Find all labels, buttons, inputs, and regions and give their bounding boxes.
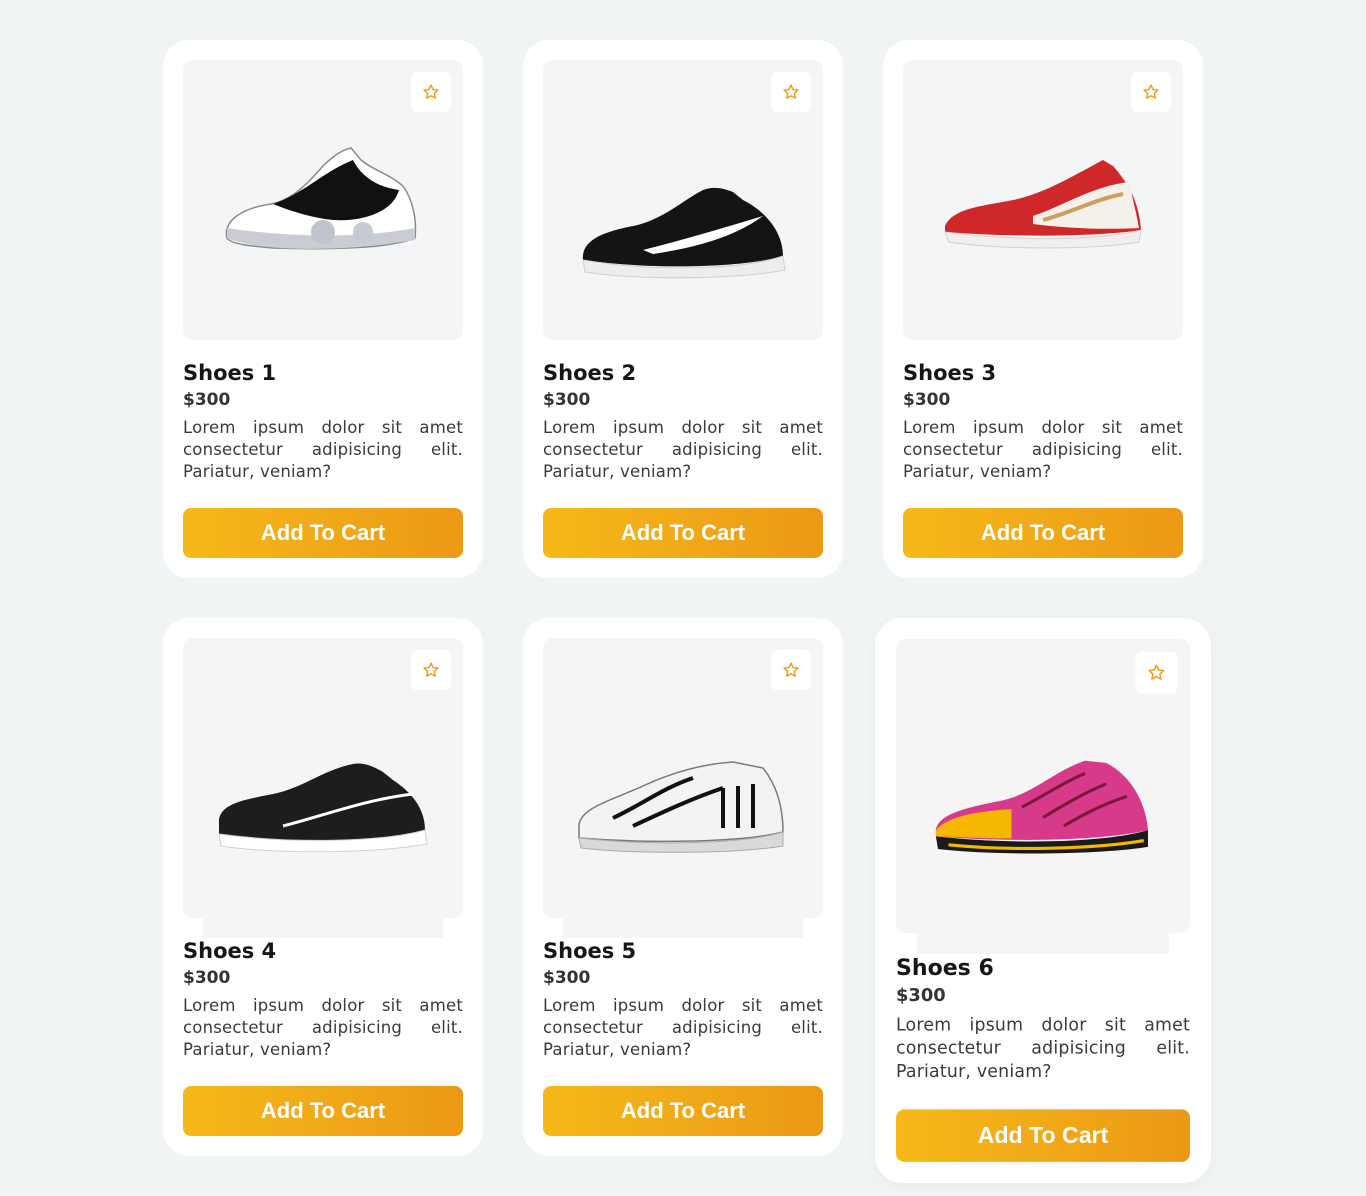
product-image-box [903, 60, 1183, 340]
star-icon [423, 662, 439, 677]
product-title: Shoes 1 [183, 361, 277, 385]
favorite-button[interactable] [771, 72, 811, 112]
product-description: Lorem ipsum dolor sit amet consectetur a… [903, 418, 1183, 481]
shoe-image [225, 147, 417, 250]
star-icon [423, 84, 439, 99]
product-description: Lorem ipsum dolor sit amet consectetur a… [183, 996, 463, 1059]
favorite-button[interactable] [1135, 651, 1178, 694]
product-image-box [543, 60, 823, 340]
add-to-cart-button[interactable]: Add To Cart [543, 1086, 823, 1136]
favorite-button[interactable] [771, 650, 811, 690]
product-title: Shoes 4 [183, 939, 277, 963]
add-to-cart-button[interactable]: Add To Cart [183, 508, 463, 558]
product-image-box [543, 638, 823, 938]
favorite-button[interactable] [411, 72, 451, 112]
product-title: Shoes 5 [543, 939, 637, 963]
product-price: $300 [183, 968, 231, 988]
product-image-box [183, 638, 463, 938]
star-icon [783, 662, 799, 677]
product-description: Lorem ipsum dolor sit amet consectetur a… [543, 418, 823, 481]
product-image-box [183, 60, 463, 340]
add-to-cart-button[interactable]: Add To Cart [896, 1109, 1190, 1162]
product-title: Shoes 3 [903, 361, 997, 385]
product-price: $300 [543, 390, 591, 410]
favorite-button[interactable] [411, 650, 451, 690]
shoe-image [578, 761, 784, 853]
shoe-image [935, 760, 1148, 854]
star-icon [783, 84, 799, 99]
add-to-cart-button[interactable]: Add To Cart [543, 508, 823, 558]
product-card[interactable]: Shoes 6 $300 Lorem ipsum dolor sit amet … [875, 618, 1211, 1183]
product-card[interactable]: Shoes 2 $300 Lorem ipsum dolor sit amet … [523, 40, 843, 578]
product-price: $300 [543, 968, 591, 988]
star-icon [1143, 84, 1159, 99]
shoe-image [218, 763, 428, 853]
product-price: $300 [183, 390, 231, 410]
star-icon [1148, 664, 1165, 680]
shoe-image [582, 187, 786, 279]
product-price: $300 [896, 985, 946, 1007]
add-to-cart-button[interactable]: Add To Cart [903, 508, 1183, 558]
product-card[interactable]: Shoes 3 $300 Lorem ipsum dolor sit amet … [883, 40, 1203, 578]
product-card[interactable]: Shoes 5 $300 Lorem ipsum dolor sit amet … [523, 618, 843, 1156]
product-description: Lorem ipsum dolor sit amet consectetur a… [896, 1014, 1190, 1082]
shoe-image [944, 160, 1142, 249]
product-image-box [896, 639, 1190, 954]
add-to-cart-button[interactable]: Add To Cart [183, 1086, 463, 1136]
product-description: Lorem ipsum dolor sit amet consectetur a… [543, 996, 823, 1059]
product-description: Lorem ipsum dolor sit amet consectetur a… [183, 418, 463, 481]
product-price: $300 [903, 390, 951, 410]
favorite-button[interactable] [1131, 72, 1171, 112]
product-title: Shoes 6 [896, 955, 994, 981]
product-title: Shoes 2 [543, 361, 637, 385]
product-card[interactable]: Shoes 1 $300 Lorem ipsum dolor sit amet … [163, 40, 483, 578]
product-card[interactable]: Shoes 4 $300 Lorem ipsum dolor sit amet … [163, 618, 483, 1156]
